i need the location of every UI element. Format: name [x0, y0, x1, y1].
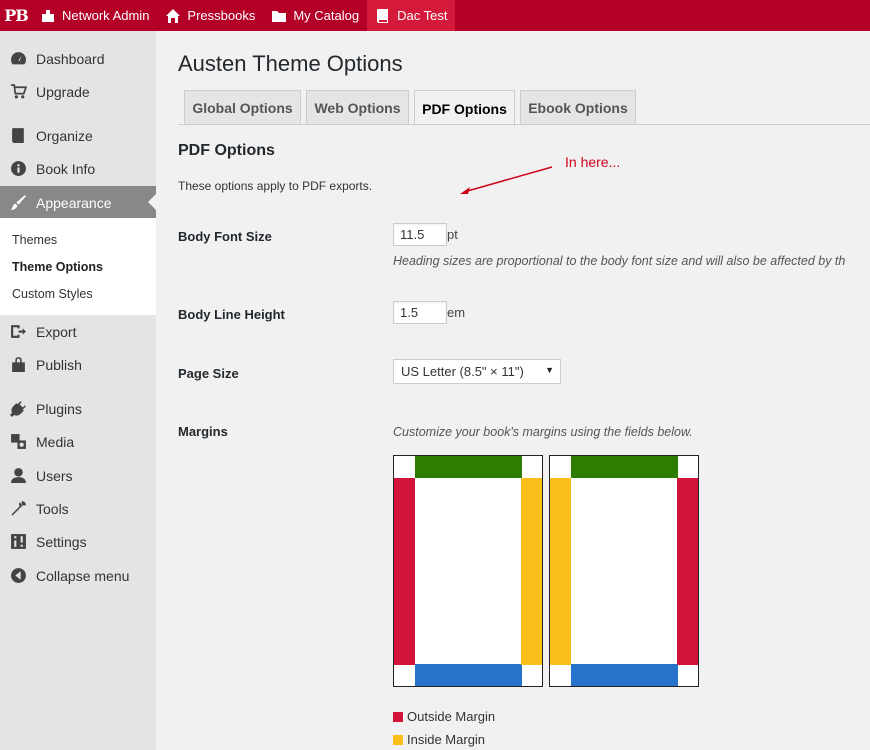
network-icon: [42, 9, 54, 22]
sidebar-item-book-info[interactable]: Book Info: [0, 152, 156, 185]
sidebar-item-organize[interactable]: Organize: [0, 119, 156, 152]
legend-inside-margin: Inside Margin: [393, 732, 485, 747]
submenu-item-custom-styles[interactable]: Custom Styles: [12, 287, 93, 301]
body-font-size-label: Body Font Size: [178, 229, 272, 244]
sidebar-item-label: Export: [36, 323, 77, 340]
info-icon: [9, 160, 27, 178]
sidebar-item-export[interactable]: Export: [0, 315, 156, 348]
folder-icon: [272, 10, 287, 22]
sidebar-item-label: Tools: [36, 500, 69, 517]
sidebar-item-label: Collapse menu: [36, 567, 130, 584]
wrench-icon: [9, 500, 27, 518]
home-icon: [166, 8, 181, 23]
export-icon: [9, 323, 27, 341]
submenu-item-themes[interactable]: Themes: [12, 233, 57, 247]
brush-icon: [9, 194, 27, 212]
outside-margin-block: [394, 478, 415, 665]
adminbar-dac-test[interactable]: Dac Test: [367, 0, 456, 31]
submenu-item-theme-options[interactable]: Theme Options: [12, 260, 103, 274]
margin-diagram-left-page: [393, 455, 543, 687]
sidebar-item-collapse-menu[interactable]: Collapse menu: [0, 559, 156, 592]
section-title: PDF Options: [178, 142, 275, 159]
margins-help: Customize your book's margins using the …: [393, 425, 693, 439]
sidebar-item-label: Media: [36, 433, 75, 450]
tab-web-options[interactable]: Web Options: [306, 90, 409, 124]
main-content: Austen Theme Options Global Options Web …: [156, 31, 870, 750]
annotation-text: In here...: [565, 154, 621, 170]
store-icon: [9, 356, 27, 374]
annotation-arrow-icon: [460, 166, 553, 194]
sidebar-item-label: Settings: [36, 533, 87, 550]
tabs-divider: [178, 124, 870, 125]
user-icon: [9, 467, 27, 485]
body-font-size-help: Heading sizes are proportional to the bo…: [393, 254, 846, 268]
legend-swatch: [393, 711, 403, 722]
sidebar-item-publish[interactable]: Publish: [0, 348, 156, 381]
settings-icon: [9, 533, 27, 551]
body-font-size-unit: pt: [447, 227, 458, 242]
sidebar-item-plugins[interactable]: Plugins: [0, 392, 156, 425]
sidebar-item-label: Book Info: [36, 160, 96, 177]
outside-margin-block: [677, 478, 698, 665]
page-title: Austen Theme Options: [178, 51, 403, 76]
inside-margin-block: [521, 478, 542, 665]
adminbar-label: My Catalog: [293, 8, 360, 23]
admin-sidebar: Dashboard Upgrade Organize Book Info App…: [0, 31, 156, 750]
appearance-submenu: Themes Theme Options Custom Styles: [0, 218, 156, 315]
sidebar-item-label: Users: [36, 467, 73, 484]
sidebar-item-label: Publish: [36, 356, 82, 373]
plug-icon: [9, 400, 27, 418]
dropdown-arrow-icon: ▼: [545, 365, 554, 375]
sidebar-item-label: Plugins: [36, 400, 82, 417]
sidebar-item-appearance[interactable]: Appearance: [0, 186, 156, 219]
sidebar-item-upgrade[interactable]: Upgrade: [0, 75, 156, 108]
sidebar-item-label: Dashboard: [36, 50, 105, 67]
body-line-height-label: Body Line Height: [178, 307, 285, 322]
sidebar-item-media[interactable]: Media: [0, 425, 156, 458]
margins-label: Margins: [178, 424, 228, 439]
adminbar-pressbooks[interactable]: Pressbooks: [157, 0, 263, 31]
tab-pdf-options[interactable]: PDF Options: [414, 90, 515, 126]
legend-label: Outside Margin: [407, 709, 496, 724]
adminbar-label: Network Admin: [62, 8, 150, 23]
sidebar-item-dashboard[interactable]: Dashboard: [0, 42, 156, 75]
tab-ebook-options[interactable]: Ebook Options: [520, 90, 636, 124]
legend-outside-margin: Outside Margin: [393, 709, 495, 724]
book-icon: [9, 127, 27, 145]
media-icon: [9, 433, 27, 451]
adminbar-my-catalog[interactable]: My Catalog: [263, 0, 367, 31]
book-icon: [377, 8, 389, 23]
sidebar-item-settings[interactable]: Settings: [0, 525, 156, 558]
page-size-value: US Letter (8.5" × 11"): [401, 364, 524, 379]
margin-diagram-right-page: [549, 455, 699, 687]
inside-margin-block: [550, 478, 571, 665]
cart-icon: [9, 83, 27, 101]
sidebar-item-label: Appearance: [36, 194, 112, 211]
pressbooks-logo[interactable]: PB: [0, 0, 32, 31]
bottom-margin-block: [415, 664, 522, 686]
top-margin-block: [571, 456, 678, 478]
legend-swatch: [393, 734, 403, 745]
sidebar-item-label: Organize: [36, 127, 93, 144]
adminbar-network-admin[interactable]: Network Admin: [32, 0, 157, 31]
body-line-height-input[interactable]: [393, 301, 447, 324]
collapse-icon: [9, 567, 27, 585]
adminbar-label: Pressbooks: [187, 8, 256, 23]
legend-label: Inside Margin: [407, 732, 486, 747]
sidebar-item-label: Upgrade: [36, 83, 90, 100]
section-description: These options apply to PDF exports.: [178, 179, 373, 193]
page-size-select[interactable]: US Letter (8.5" × 11") ▼: [393, 359, 561, 384]
page-size-label: Page Size: [178, 366, 239, 381]
tab-global-options[interactable]: Global Options: [184, 90, 301, 124]
sidebar-item-tools[interactable]: Tools: [0, 492, 156, 525]
dashboard-icon: [9, 50, 27, 68]
sidebar-item-users[interactable]: Users: [0, 459, 156, 492]
top-margin-block: [415, 456, 522, 478]
bottom-margin-block: [571, 664, 678, 686]
adminbar-label: Dac Test: [397, 8, 448, 23]
admin-bar: PB Network Admin Pressbooks My Catalog D…: [0, 0, 870, 31]
body-line-height-unit: em: [447, 305, 466, 320]
body-font-size-input[interactable]: [393, 223, 447, 246]
